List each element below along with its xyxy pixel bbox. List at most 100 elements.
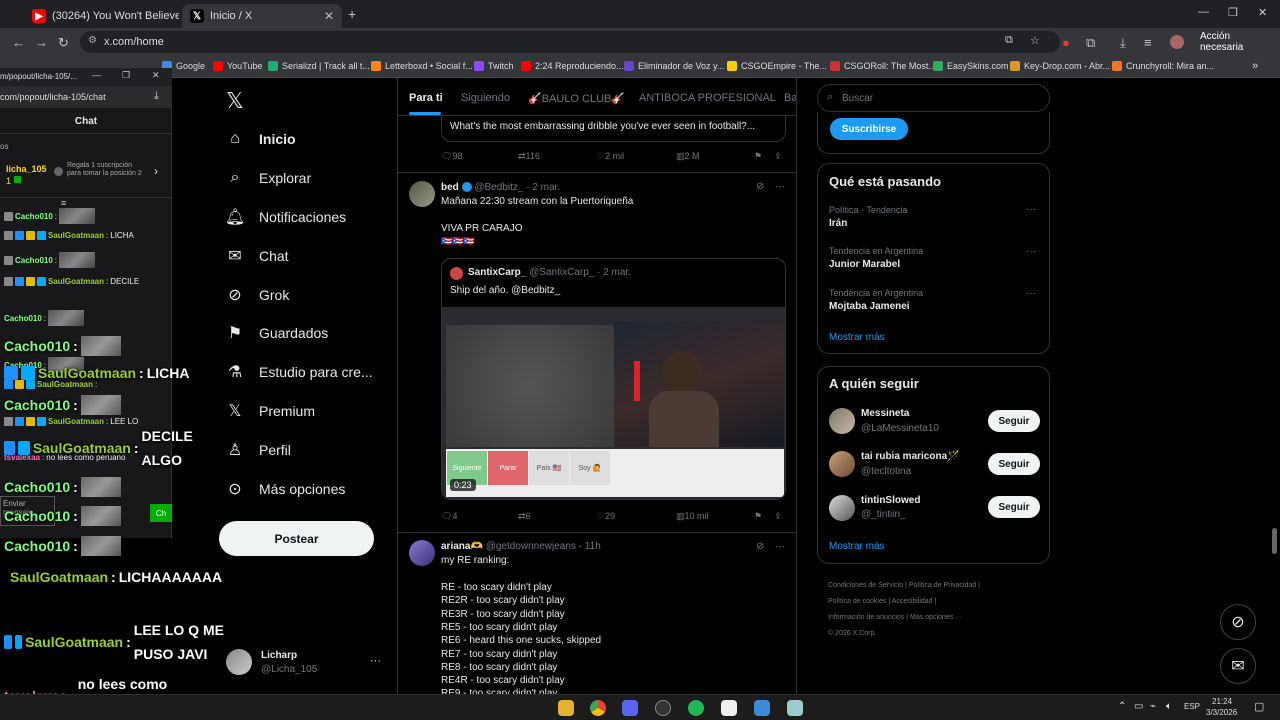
follow-button[interactable]: Seguir	[988, 496, 1040, 518]
bookmark-button[interactable]: ⚑	[754, 151, 762, 162]
bookmark-csgoroll[interactable]: CSGORoll: The Most...	[830, 61, 936, 71]
bookmark-crunchyroll[interactable]: Crunchyroll: Mira an...	[1112, 61, 1214, 71]
window-close-icon[interactable]: ✕	[1258, 6, 1267, 19]
bookmark-keydrop[interactable]: Key-Drop.com - Abr...	[1010, 61, 1110, 71]
grok-float-button[interactable]: ⊘	[1220, 604, 1256, 640]
minimize-icon[interactable]: —	[1198, 6, 1209, 18]
tweet-date[interactable]: · 2 mar.	[526, 182, 560, 193]
extension-icon[interactable]: ●	[1062, 35, 1070, 50]
account-menu-icon[interactable]: ···	[370, 655, 381, 667]
action-needed-button[interactable]: Acción necesaria	[1192, 31, 1280, 53]
bookmark-youtube[interactable]: YouTube	[213, 61, 262, 71]
download-icon[interactable]: ⤓	[154, 90, 159, 103]
chrome-icon[interactable]	[590, 700, 606, 716]
notepad-icon[interactable]	[721, 700, 737, 716]
volume-icon[interactable]: 🔈︎	[1166, 701, 1172, 712]
author-handle[interactable]: @Bedbitz_	[474, 182, 523, 193]
extensions-icon[interactable]: ⧉	[1086, 35, 1095, 51]
maximize-icon[interactable]: ❐	[1228, 6, 1238, 19]
media-icon[interactable]: ≡	[1144, 35, 1152, 50]
tab-youtube[interactable]: ▶ (30264) You Won't Believe This ✕	[24, 4, 179, 28]
address-bar[interactable]: ⚙ x.com/home ⧉ ☆	[80, 31, 1060, 53]
more-icon[interactable]: ···	[1026, 288, 1036, 299]
bookmark-button[interactable]: ⚑	[754, 511, 762, 522]
site-info-icon[interactable]: ⚙	[88, 35, 97, 46]
repost-button[interactable]: ⇄ 116	[518, 151, 540, 162]
avatar[interactable]	[409, 540, 435, 566]
forward-icon[interactable]: →	[35, 35, 48, 50]
share-button[interactable]: ⇪	[774, 151, 782, 162]
tab-baulo-club[interactable]: 🎸BAULO CLUB🎸	[528, 92, 625, 105]
more-bookmarks-icon[interactable]: »	[1252, 60, 1258, 72]
app-icon[interactable]	[787, 700, 803, 716]
grok-icon[interactable]: ⊘	[756, 541, 764, 552]
quote-card[interactable]: SantixCarp_ @SantixCarp_ · 2 mar. Ship d…	[441, 258, 786, 500]
bookmark-letterboxd[interactable]: Letterboxd • Social f...	[371, 61, 473, 71]
nav-notifications[interactable]: 🔔︎ Notificaciones	[225, 208, 346, 226]
x-logo-icon[interactable]: 𝕏	[226, 88, 244, 114]
repost-button[interactable]: ⇄ 6	[518, 511, 531, 522]
footer-link[interactable]: Accesibilidad	[892, 598, 933, 605]
quote-card[interactable]: What's the most embarrassing dribble you…	[441, 116, 786, 142]
nav-more[interactable]: ⊙ Más opciones	[226, 480, 345, 498]
new-tab-icon[interactable]: +	[348, 6, 356, 22]
author-name[interactable]: ariana🫶	[441, 541, 483, 552]
minimize-icon[interactable]: —	[92, 70, 101, 80]
steam-icon[interactable]	[655, 700, 671, 716]
sub-gift-banner[interactable]: os licha_105 1 Regala 1 suscripción para…	[0, 134, 172, 198]
back-icon[interactable]: ←	[12, 35, 25, 50]
clock-date[interactable]: 3/3/2026	[1206, 708, 1237, 717]
network-icon[interactable]: ⌁	[1150, 701, 1156, 712]
tweet-date[interactable]: · 11h	[579, 541, 601, 552]
nav-home[interactable]: ⌂ Inicio	[226, 130, 295, 148]
author-name[interactable]: bed	[441, 182, 459, 193]
maximize-icon[interactable]: ❐	[122, 70, 130, 81]
follow-button[interactable]: Seguir	[988, 453, 1040, 475]
nav-profile[interactable]: ♙ Perfil	[226, 441, 291, 459]
bookmark-easyskins[interactable]: EasySkins.com	[933, 61, 1009, 71]
network-icon[interactable]: ▭	[1134, 701, 1143, 712]
subscribe-button[interactable]: Suscribirse	[830, 118, 908, 140]
tab-x[interactable]: 𝕏 Inicio / X ✕	[182, 4, 342, 28]
reply-button[interactable]: 🗨︎ 98	[441, 151, 462, 162]
show-more-link[interactable]: Mostrar más	[829, 541, 885, 552]
notification-icon[interactable]: ▢	[1254, 700, 1264, 713]
bookmark-serializd[interactable]: Serializd | Track all t...	[268, 61, 370, 71]
nav-chat[interactable]: ✉ Chat	[226, 247, 288, 265]
bookmark-star-icon[interactable]: ☆	[1030, 34, 1040, 47]
author-handle[interactable]: @getdownnewjeans	[486, 541, 576, 552]
close-icon[interactable]: ✕	[324, 9, 334, 23]
nav-bookmarks[interactable]: ⚑ Guardados	[226, 324, 328, 342]
nav-creator-studio[interactable]: ⚗ Estudio para cre...	[226, 363, 373, 381]
bookmark-csgoempire[interactable]: CSGOEmpire - The...	[727, 61, 827, 71]
show-more-link[interactable]: Mostrar más	[829, 332, 885, 343]
grok-icon[interactable]: ⊘	[756, 181, 764, 192]
file-explorer-icon[interactable]	[558, 700, 574, 716]
tab-following[interactable]: Siguiendo	[461, 92, 510, 104]
search-input[interactable]: ⌕ Buscar	[817, 84, 1050, 112]
like-button[interactable]: ♡ 29	[597, 511, 615, 522]
more-icon[interactable]: ···	[775, 541, 785, 552]
tab-ba[interactable]: Ba	[784, 92, 796, 104]
footer-link[interactable]: Política de cookies	[828, 598, 886, 605]
footer-link[interactable]: Más opciones ···	[910, 614, 962, 621]
bookmark-voice-remover[interactable]: Eliminador de Voz y...	[624, 61, 724, 71]
install-icon[interactable]: ⧉	[1005, 34, 1013, 47]
nav-premium[interactable]: 𝕏 Premium	[226, 402, 315, 420]
bookmark-youtube-playing[interactable]: 2:24 Reproduciendo...	[521, 61, 624, 71]
filter-icon[interactable]: ≡	[61, 198, 66, 208]
language-indicator[interactable]: ESP	[1184, 702, 1200, 711]
more-icon[interactable]: ···	[1026, 246, 1036, 257]
spotify-icon[interactable]	[688, 700, 704, 716]
nav-grok[interactable]: ⊘ Grok	[226, 286, 289, 304]
tab-antiboca[interactable]: ANTIBOCA PROFESIONAL	[639, 92, 776, 104]
tab-for-you[interactable]: Para ti	[409, 92, 443, 104]
scrollbar-thumb[interactable]	[1272, 528, 1277, 554]
follow-button[interactable]: Seguir	[988, 410, 1040, 432]
download-icon[interactable]: ⤓	[1120, 35, 1126, 51]
bookmark-twitch[interactable]: Twitch	[474, 61, 514, 71]
chevron-right-icon[interactable]: ›	[154, 164, 158, 178]
footer-link[interactable]: Condiciones de Servicio	[828, 582, 903, 589]
views-button[interactable]: ▥ 10 mil	[676, 511, 709, 522]
views-button[interactable]: ▥ 2 M	[676, 151, 700, 162]
